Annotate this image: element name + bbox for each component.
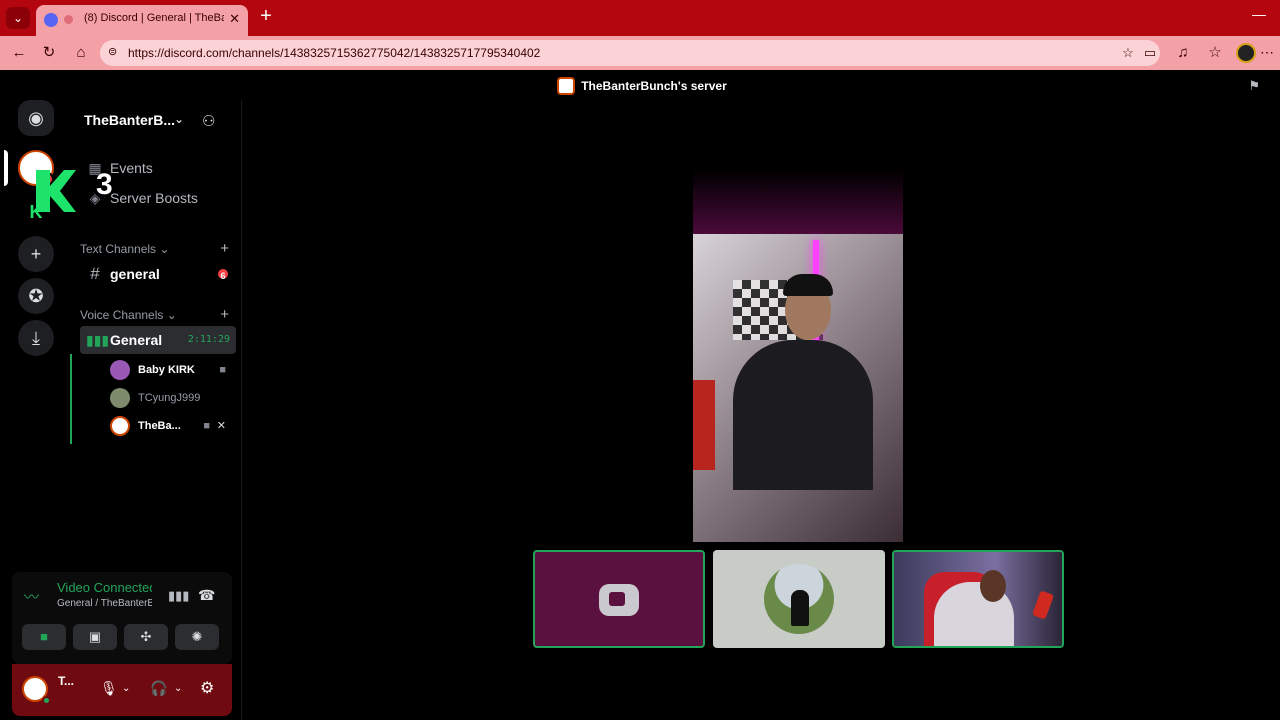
channel-general[interactable]: # general 6 [80, 260, 236, 288]
person-silhouette [733, 340, 873, 490]
channel-label: General [110, 332, 163, 348]
profile-avatar[interactable] [1236, 43, 1256, 63]
member-name: TCyungJ999 [138, 392, 201, 404]
headphones-icon[interactable]: 🎧 [150, 680, 167, 697]
video-icon: ■ [219, 364, 226, 376]
site-info-icon[interactable]: ⊜ [108, 45, 120, 59]
back-arrow-icon[interactable]: ← [10, 44, 28, 62]
video-stage [244, 100, 1280, 720]
favorite-star-icon[interactable]: ☆ [1120, 45, 1136, 61]
main-video-tile[interactable] [693, 170, 903, 542]
member-name: Baby KIRK [138, 364, 195, 376]
server-name: TheBanterBunch's server [581, 79, 727, 93]
person-head [980, 570, 1006, 602]
video-icon: ■ [203, 420, 210, 432]
favorites-icon[interactable]: ☆ [1206, 44, 1224, 62]
media-control-icon[interactable]: ♫ [1174, 44, 1192, 62]
camera-button[interactable]: ■ [22, 624, 66, 650]
sidebar-item-events[interactable]: ▦ Events [80, 154, 236, 182]
create-channel-icon[interactable]: + [220, 240, 229, 257]
voice-member[interactable]: Baby KIRK ■ [106, 358, 230, 382]
voice-member[interactable]: TheBa... ■ ✕ [106, 414, 230, 438]
server-icon [557, 77, 576, 95]
disconnect-icon[interactable]: ☎ [198, 587, 215, 604]
red-object [693, 380, 715, 470]
server-header: TheBanterBunch's server [4, 72, 1280, 100]
username[interactable]: T... [58, 674, 74, 688]
voice-channel-general[interactable]: ▮▮▮ General 2:11:29 [80, 326, 236, 354]
sidebar-item-label: Server Boosts [110, 190, 198, 206]
discord-home-button[interactable]: ◉ [18, 100, 54, 136]
participant-tile-video[interactable] [892, 550, 1064, 648]
tab-close-icon[interactable]: ✕ [229, 11, 240, 27]
participant-tile-avatar[interactable] [713, 550, 885, 648]
tab-search-button[interactable]: ⌄ [6, 7, 30, 29]
discover-compass-icon[interactable]: ✪ [18, 278, 54, 314]
voice-member[interactable]: TCyungJ999 [106, 386, 230, 410]
boost-icon: ◈ [89, 190, 101, 206]
sidebar-item-server-boosts[interactable]: ◈ Server Boosts [80, 184, 236, 212]
microphone-icon[interactable]: 🎙 [100, 680, 118, 697]
avatar [110, 388, 130, 408]
chevron-down-icon[interactable]: ⌄ [174, 683, 182, 694]
avatar-figure [791, 590, 809, 626]
more-menu-icon[interactable]: ⋯ [1260, 44, 1274, 61]
audio-indicator-icon [64, 15, 73, 24]
discord-favicon-icon [44, 13, 58, 27]
unread-badge: 6 [216, 267, 230, 281]
flag-icon[interactable]: ⚑ [1248, 78, 1260, 94]
channel-label: general [110, 266, 160, 282]
discord-camera-icon [599, 584, 639, 616]
selected-pill [4, 150, 8, 186]
discord-app: TheBanterBunch's server ⚑ ◉ 6 K + ✪ ⤓ 3 … [4, 72, 1280, 720]
call-timer: 2:11:29 [187, 334, 230, 345]
speaker-active-icon: ▮▮▮ [86, 332, 110, 348]
invite-people-icon[interactable]: ⚇ [202, 112, 215, 130]
chevron-down-icon[interactable]: ⌄ [122, 683, 130, 694]
chevron-down-icon[interactable]: ⌄ [174, 112, 184, 126]
voice-status-title[interactable]: Video Connected [57, 580, 152, 595]
camera-in-use-icon[interactable]: ▭ [1142, 45, 1158, 61]
soundboard-button[interactable]: ✺ [175, 624, 219, 650]
url-text[interactable]: https://discord.com/channels/14383257153… [128, 46, 540, 60]
address-bar[interactable]: ⊜ https://discord.com/channels/143832571… [100, 40, 1160, 66]
avatar [110, 416, 130, 436]
participant-tile-camera-off[interactable] [533, 550, 705, 648]
browser-nav-bar: ← ↻ ⌂ ⊜ https://discord.com/channels/143… [0, 36, 1280, 70]
text-channels-category[interactable]: Text Channels ⌄ [80, 242, 169, 256]
add-server-icon[interactable]: + [18, 236, 54, 272]
create-voice-channel-icon[interactable]: + [220, 306, 229, 323]
browser-tab[interactable]: (8) Discord | General | TheBanterBunch's… [36, 5, 248, 36]
calendar-icon: ▦ [88, 160, 102, 176]
refresh-icon[interactable]: ↻ [40, 44, 58, 62]
signal-icon[interactable]: 〰 [24, 586, 39, 607]
sidebar-item-label: Events [110, 160, 153, 176]
activities-button[interactable]: ✣ [124, 624, 168, 650]
online-status-icon [42, 696, 51, 705]
home-icon[interactable]: ⌂ [72, 44, 90, 62]
hash-icon: # [90, 264, 100, 283]
minimize-window-button[interactable]: — [1252, 6, 1266, 22]
deafened-icon: ✕ [216, 420, 226, 432]
tab-title: (8) Discord | General | TheBanterBunch's… [84, 12, 224, 24]
avatar [110, 360, 130, 380]
browser-tab-bar: ⌄ (8) Discord | General | TheBanterBunch… [0, 0, 1280, 36]
voice-connection-line [70, 354, 72, 444]
screen-share-button[interactable]: ▣ [73, 624, 117, 650]
video-frame-top [693, 170, 903, 234]
person-cap [783, 274, 833, 296]
server-title[interactable]: TheBanterB... [84, 112, 175, 128]
category-label: Text Channels [80, 242, 157, 256]
download-icon[interactable]: ⤓ [18, 320, 54, 356]
voice-connected-panel: 〰 Video Connected General / TheBanterBun… [12, 572, 232, 664]
gear-icon[interactable]: ⚙ [200, 678, 214, 698]
voice-status-subtitle[interactable]: General / TheBanterBunch's server [57, 598, 152, 609]
member-name: TheBa... [138, 420, 181, 432]
noise-suppression-icon[interactable]: ▮▮▮ [168, 588, 189, 604]
voice-channels-category[interactable]: Voice Channels ⌄ [80, 308, 177, 322]
category-label: Voice Channels [80, 308, 164, 322]
new-tab-button[interactable]: + [256, 6, 276, 28]
user-panel: T... 🎙 ⌄ 🎧 ⌄ ⚙ [12, 664, 232, 716]
